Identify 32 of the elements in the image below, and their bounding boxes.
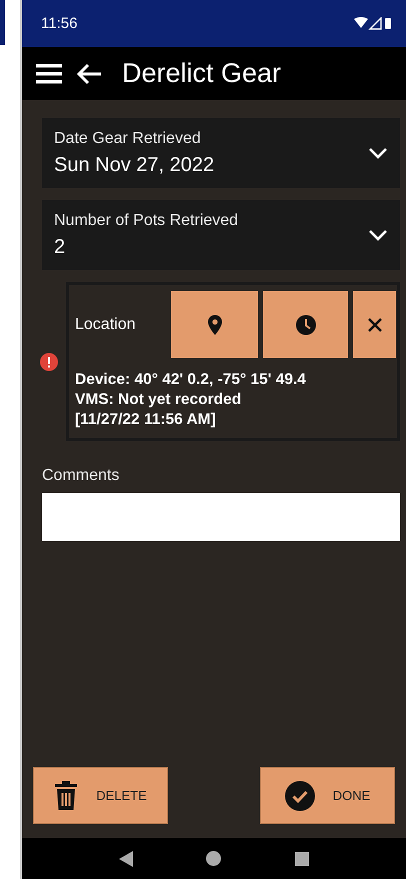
location-label: Location [75,316,136,334]
dropdown-field[interactable]: Date Gear Retrieved Sun Nov 27, 2022 [42,118,400,188]
close-icon [368,318,382,332]
check-circle-icon [284,780,315,810]
map-pin-icon [208,314,222,334]
nav-home-icon[interactable] [206,851,222,866]
chevron-down-icon [368,229,388,241]
location-pin-button[interactable] [171,291,258,358]
field-label: Number of Pots Retrieved [54,212,238,230]
clear-button[interactable] [353,291,396,358]
time-button[interactable] [263,291,348,358]
field-value: Sun Nov 27, 2022 [54,154,214,176]
location-reading: Device: 40° 42' 0.2, -75° 15' 49.4 [75,370,307,390]
delete-button[interactable]: DELETE [33,767,168,824]
chevron-down-icon [368,147,388,159]
nav-back-icon[interactable] [118,850,133,866]
dropdown-field[interactable]: Number of Pots Retrieved 2 [42,200,400,270]
location-reading: [11/27/22 11:56 AM] [75,410,217,430]
trash-icon [54,780,78,810]
done-button[interactable]: DONE [260,767,395,824]
clock-icon [296,314,316,334]
status-time: 11:56 [41,15,78,32]
nav-recents-icon[interactable] [295,852,310,866]
field-label: Date Gear Retrieved [54,130,202,148]
screen-title: Derelict Gear [122,58,282,89]
comments-field[interactable] [42,493,400,541]
menu-icon[interactable] [36,62,62,84]
comments-label: Comments [42,467,120,485]
field-value: 2 [54,236,66,258]
location-reading: VMS: Not yet recorded [75,390,242,410]
status-icons [354,17,392,30]
back-arrow-icon[interactable] [76,62,102,84]
